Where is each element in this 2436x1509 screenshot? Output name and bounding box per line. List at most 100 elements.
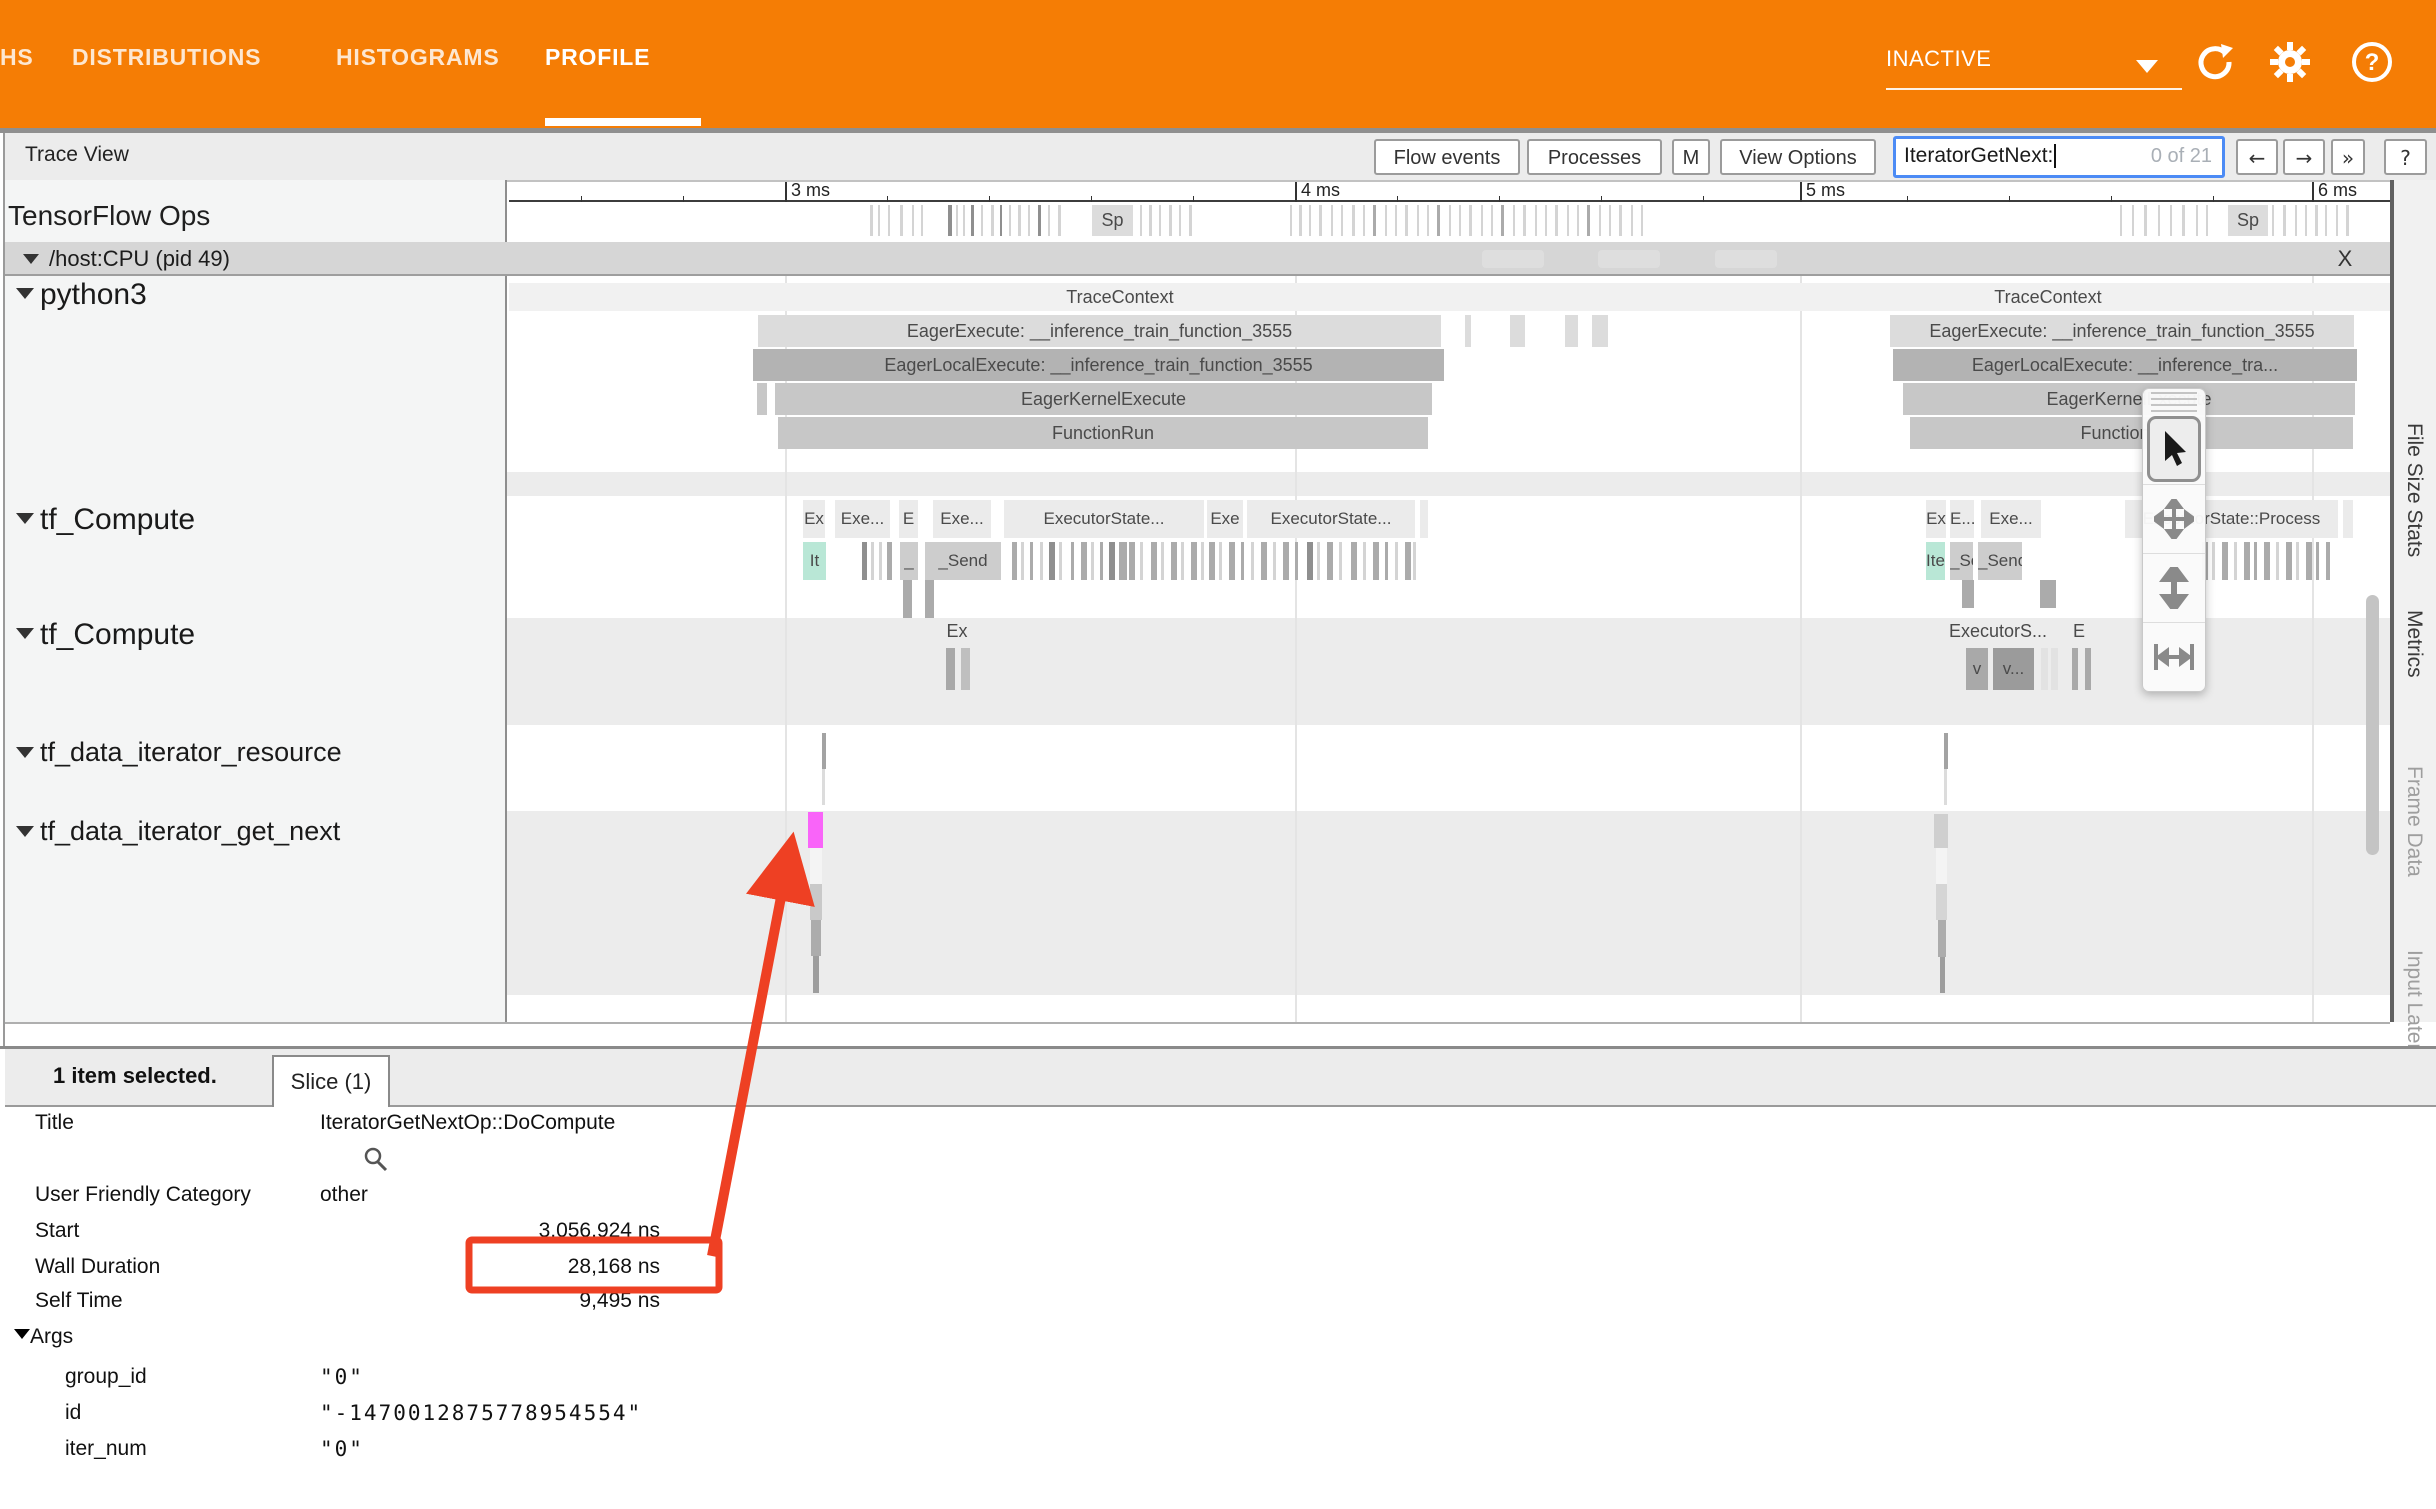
trace-tick[interactable] <box>1619 205 1622 236</box>
trace-tick[interactable] <box>1273 542 1276 580</box>
trace-tick[interactable] <box>1140 205 1142 236</box>
trace-tick[interactable] <box>2040 580 2056 608</box>
trace-tick[interactable] <box>1565 315 1578 347</box>
trace-tick[interactable] <box>903 580 912 618</box>
tab-slice[interactable]: Slice (1) <box>272 1055 390 1107</box>
trace-tick[interactable] <box>2336 205 2338 236</box>
trace-tick[interactable] <box>2206 205 2208 236</box>
trace-slice[interactable]: It <box>803 542 826 580</box>
toolbar-button-processes[interactable]: Processes <box>1527 139 1662 175</box>
search-input[interactable]: IteratorGetNext: 0 of 21 <box>1893 136 2225 178</box>
trace-tick[interactable] <box>963 205 965 236</box>
trace-slice[interactable]: _ <box>900 542 918 580</box>
trace-tick[interactable] <box>956 205 958 236</box>
trace-tick[interactable] <box>1091 542 1094 580</box>
trace-tick[interactable] <box>1395 542 1398 580</box>
trace-tick[interactable] <box>2343 500 2353 538</box>
trace-tick[interactable] <box>808 812 823 848</box>
trace-tick[interactable] <box>1491 205 1493 236</box>
trace-tick[interactable] <box>925 580 934 618</box>
trace-slice[interactable]: FunctionRun <box>778 417 1428 449</box>
trace-tick[interactable] <box>2144 205 2147 236</box>
trace-tick[interactable] <box>2346 205 2349 236</box>
trace-tick[interactable] <box>1944 769 1947 805</box>
trace-tick[interactable] <box>1071 542 1074 580</box>
trace-tick[interactable] <box>1201 542 1204 580</box>
trace-slice[interactable]: EagerKernelExecute <box>775 383 1432 415</box>
trace-tick[interactable] <box>1189 205 1192 236</box>
sidebar-item-file-size-stats[interactable]: File Size Stats <box>2402 423 2426 557</box>
trace-tick[interactable] <box>1295 542 1298 580</box>
trace-tick[interactable] <box>1319 205 1322 236</box>
trace-tick[interactable] <box>1481 205 1483 236</box>
pan-tool-button[interactable] <box>2143 484 2205 553</box>
trace-slice[interactable]: v <box>1966 648 1988 690</box>
trace-tick[interactable] <box>1465 315 1471 347</box>
trace-tick[interactable] <box>1219 542 1222 580</box>
process-header[interactable]: /host:CPU (pid 49) X <box>5 242 2390 276</box>
trace-slice[interactable]: EagerLocalExecute: __inference_train_fun… <box>753 349 1444 381</box>
trace-slice[interactable]: EagerExecute: __inference_train_function… <box>1890 315 2354 347</box>
trace-tick[interactable] <box>1100 542 1103 580</box>
trace-tick[interactable] <box>1251 542 1254 580</box>
trace-tick[interactable] <box>1327 542 1333 580</box>
help-icon[interactable]: ? <box>2350 40 2394 84</box>
trace-tick[interactable] <box>1373 205 1376 236</box>
collapse-triangle-icon[interactable] <box>16 826 34 837</box>
trace-tick[interactable] <box>1351 542 1357 580</box>
trace-tick[interactable] <box>1018 205 1021 236</box>
trace-tick[interactable] <box>2244 542 2250 580</box>
trace-tick[interactable] <box>1363 205 1365 236</box>
trace-tick[interactable] <box>1179 205 1181 236</box>
trace-slice[interactable]: EagerExecute: __inference_train_function… <box>758 315 1441 347</box>
track-label-tf-Compute[interactable]: tf_Compute <box>40 618 195 652</box>
trace-slice[interactable]: Exe... <box>1981 500 2041 538</box>
trace-tick[interactable] <box>1209 542 1215 580</box>
close-process-button[interactable]: X <box>2330 244 2360 274</box>
sidebar-item-frame-data[interactable]: Frame Data <box>2402 766 2426 877</box>
tab-hs[interactable]: HS <box>0 44 34 71</box>
trace-tick[interactable] <box>1331 205 1333 236</box>
trace-slice[interactable]: Exe <box>1207 500 1243 538</box>
trace-tick[interactable] <box>946 648 955 690</box>
trace-tick[interactable] <box>822 733 826 769</box>
trace-tick[interactable] <box>1936 884 1947 920</box>
collapse-triangle-icon[interactable] <box>16 747 34 758</box>
search-nav-button[interactable]: » <box>2331 139 2365 175</box>
trace-tick[interactable] <box>1413 542 1416 580</box>
trace-slice[interactable]: Ite <box>1926 542 1945 580</box>
trace-tick[interactable] <box>1936 848 1947 884</box>
trace-slice[interactable]: Sp <box>2228 205 2268 236</box>
trace-tick[interactable] <box>2315 205 2318 236</box>
trace-tick[interactable] <box>1352 205 1355 236</box>
trace-tick[interactable] <box>1373 542 1379 580</box>
trace-slice[interactable]: Ex <box>1926 500 1946 538</box>
trace-tick[interactable] <box>1944 733 1948 769</box>
trace-tick[interactable] <box>2305 205 2307 236</box>
trace-tick[interactable] <box>2170 205 2172 236</box>
trace-tick[interactable] <box>1290 205 1292 236</box>
trace-tick[interactable] <box>1437 205 1440 236</box>
trace-tick[interactable] <box>1030 542 1033 580</box>
trace-tick[interactable] <box>1641 205 1643 236</box>
search-nav-button[interactable]: ? <box>2384 139 2427 175</box>
trace-tick[interactable] <box>1028 205 1030 236</box>
trace-tick[interactable] <box>1021 542 1024 580</box>
trace-tick[interactable] <box>1229 542 1235 580</box>
trace-tick[interactable] <box>1169 205 1172 236</box>
trace-tick[interactable] <box>1049 542 1055 580</box>
trace-tick[interactable] <box>1283 542 1289 580</box>
refresh-icon[interactable] <box>2193 40 2237 84</box>
trace-tick[interactable] <box>2306 542 2312 580</box>
trace-tick[interactable] <box>1501 205 1504 236</box>
trace-tick[interactable] <box>2283 205 2286 236</box>
trace-tick[interactable] <box>2326 542 2330 580</box>
trace-tick[interactable] <box>1159 205 1161 236</box>
trace-tick[interactable] <box>2264 542 2270 580</box>
trace-tick[interactable] <box>887 542 892 580</box>
trace-tick[interactable] <box>1535 205 1537 236</box>
tab-profile[interactable]: PROFILE <box>545 44 650 71</box>
trace-tick[interactable] <box>1609 205 1611 236</box>
trace-tick[interactable] <box>1427 205 1429 236</box>
collapse-triangle-icon[interactable] <box>16 288 34 299</box>
